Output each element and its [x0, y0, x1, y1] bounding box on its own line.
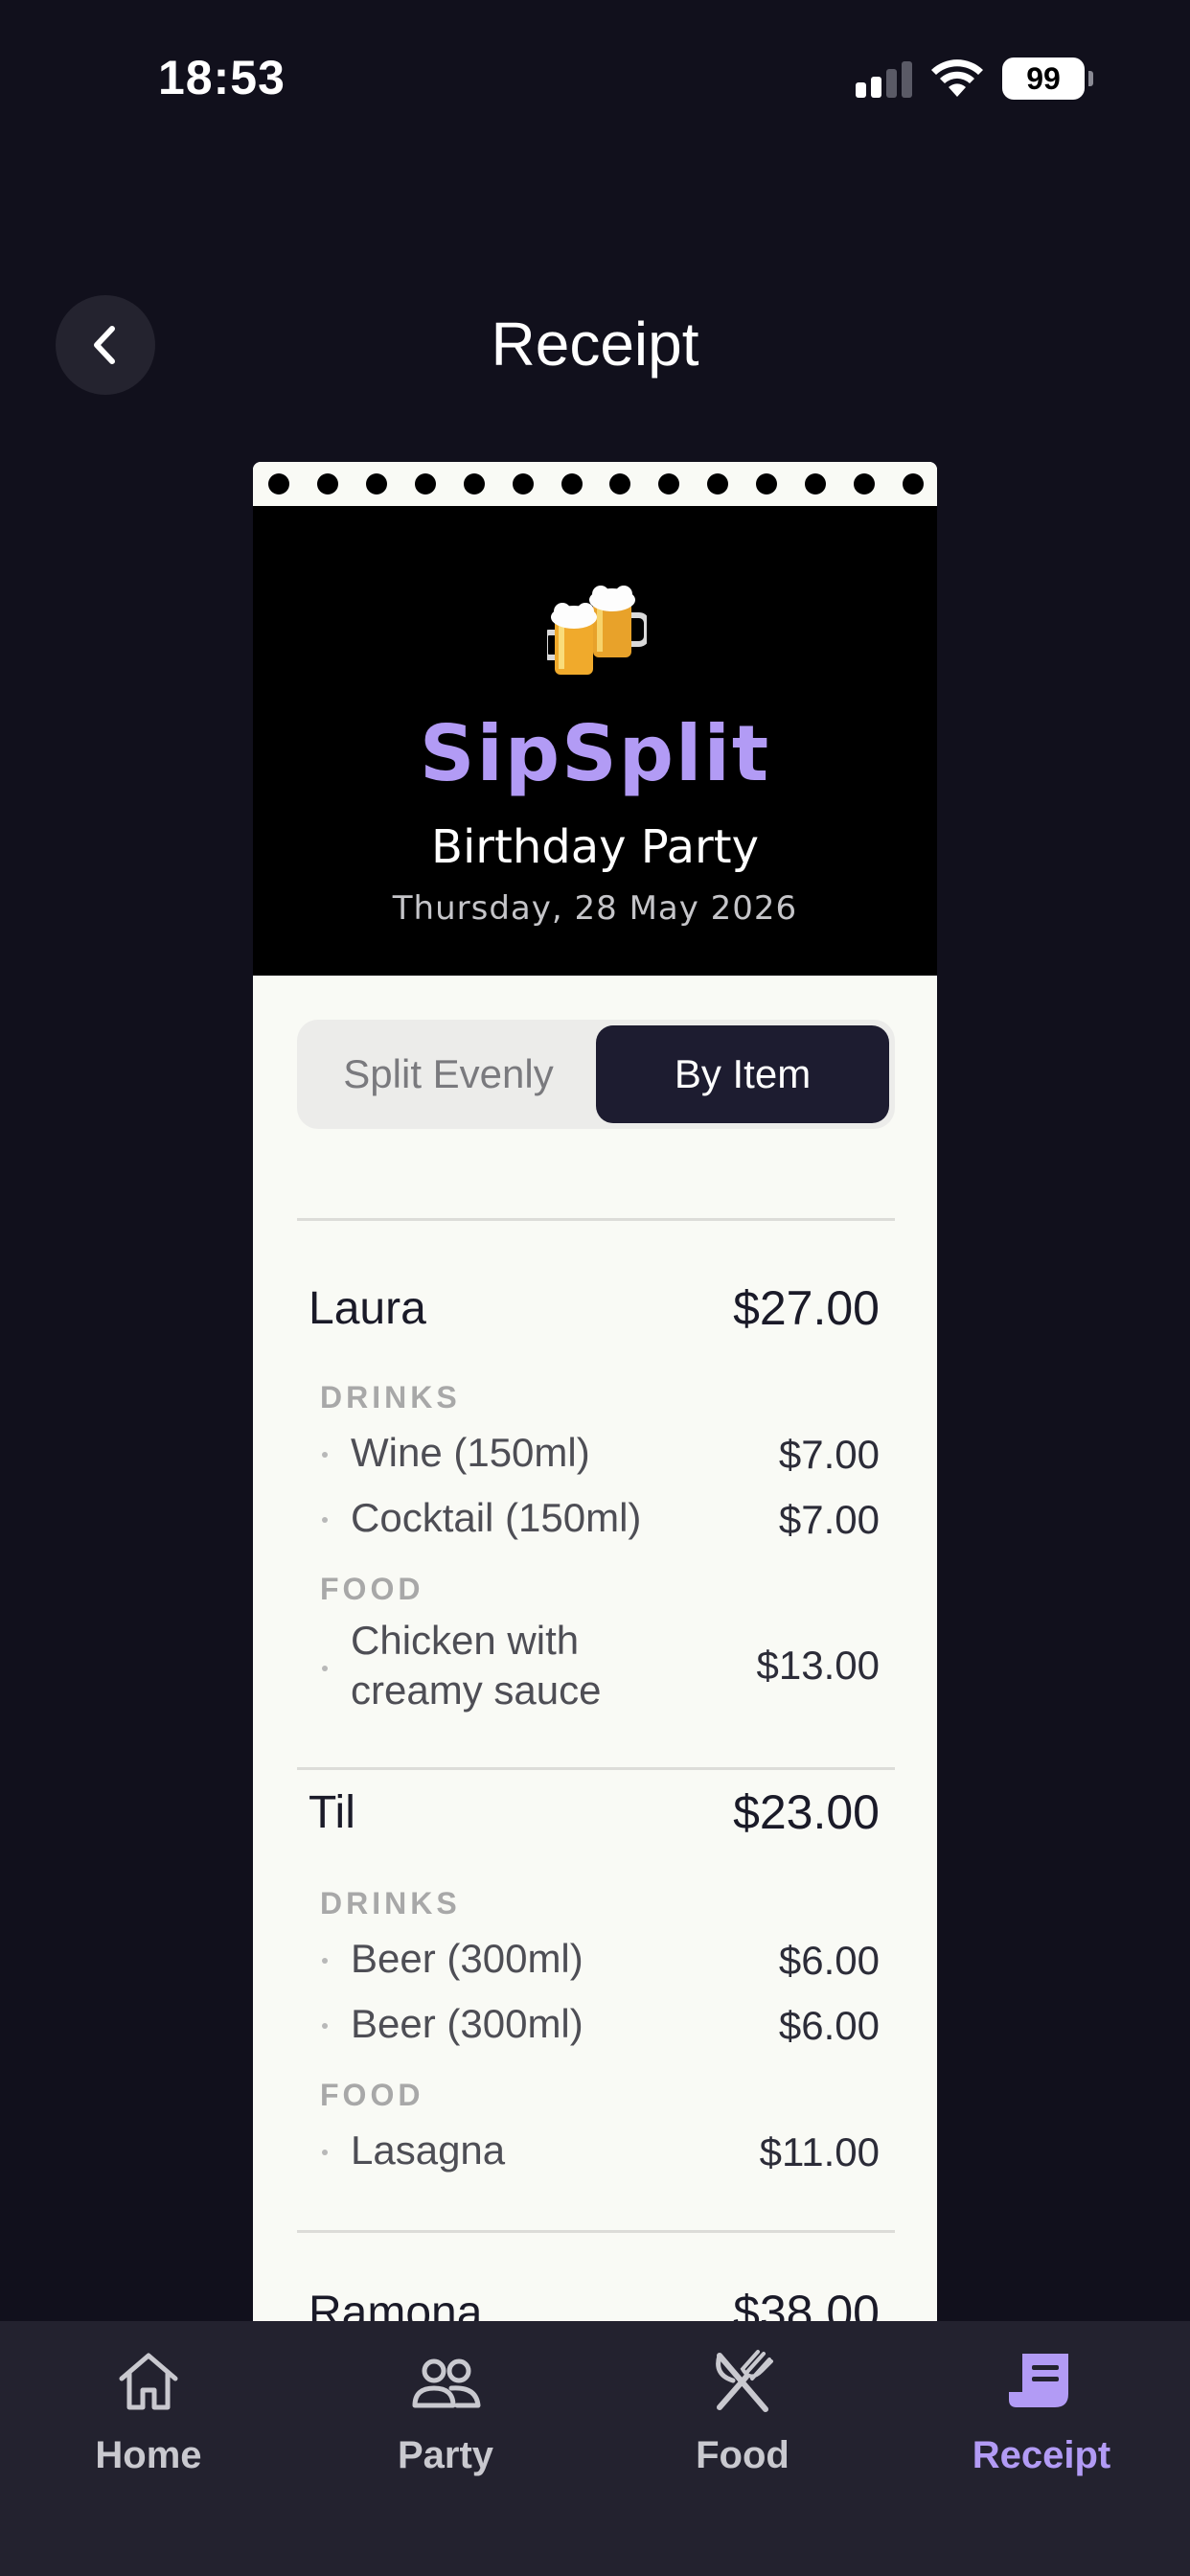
tab-label: Party [397, 2434, 494, 2476]
split-evenly-option[interactable]: Split Evenly [303, 1025, 594, 1123]
item-name: Chicken with creamy sauce [351, 1618, 602, 1713]
receipt-header: SipSplit Birthday Party Thursday, 28 May… [253, 506, 937, 976]
item-name: Beer (300ml) [351, 1936, 584, 1981]
bullet [322, 1666, 328, 1671]
divider [297, 1218, 895, 1221]
person-total: $23.00 [733, 1785, 880, 1839]
item-price: $13.00 [756, 1643, 880, 1688]
item-name: Lasagna [351, 2128, 506, 2173]
split-mode-control: Split Evenly By Item [297, 1020, 895, 1129]
person-total: $27.00 [733, 1281, 880, 1335]
battery-icon: 99 [1002, 58, 1093, 100]
tab-home[interactable]: Home [0, 2321, 297, 2494]
receipt-perforation [253, 462, 937, 506]
bullet [322, 2023, 328, 2029]
fork-knife-icon [716, 2350, 773, 2412]
event-name: Birthday Party [431, 820, 759, 874]
bottom-tab-bar: Home Party Food Receipt [0, 2321, 1190, 2576]
status-time: 18:53 [158, 51, 286, 104]
category-label: FOOD [320, 1572, 424, 1606]
receipt-icon [1009, 2354, 1068, 2407]
people-icon [412, 2358, 481, 2408]
tab-food[interactable]: Food [594, 2321, 891, 2494]
item-name: Beer (300ml) [351, 2001, 584, 2046]
item-price: $7.00 [778, 1432, 880, 1477]
bullet [322, 1958, 328, 1964]
bullet [322, 1517, 328, 1523]
item-price: $6.00 [778, 2003, 880, 2048]
tab-receipt[interactable]: Receipt [893, 2321, 1190, 2494]
wifi-icon [931, 59, 983, 97]
category-label: DRINKS [320, 1886, 461, 1920]
item-price: $6.00 [778, 1938, 880, 1983]
beer-mugs-icon [547, 586, 647, 675]
tab-label: Home [95, 2434, 202, 2476]
item-name: Wine (150ml) [351, 1430, 590, 1475]
item-price: $11.00 [759, 2129, 880, 2174]
cellular-signal-icon [856, 59, 912, 98]
app-name: SipSplit [419, 709, 771, 798]
item-price: $7.00 [778, 1497, 880, 1542]
person-name: Laura [309, 1283, 426, 1334]
by-item-option[interactable]: By Item [596, 1025, 889, 1123]
item-name: Cocktail (150ml) [351, 1495, 642, 1540]
person-name: Til [309, 1787, 355, 1838]
category-label: DRINKS [320, 1380, 461, 1414]
receipt-card: SipSplit Birthday Party Thursday, 28 May… [253, 462, 937, 2436]
category-label: FOOD [320, 2078, 424, 2112]
bullet [322, 1452, 328, 1458]
status-icons: 99 [856, 58, 1093, 100]
divider [297, 1767, 895, 1770]
bullet [322, 2150, 328, 2155]
tab-label: Receipt [972, 2434, 1111, 2476]
home-icon [119, 2353, 178, 2410]
status-bar: 18:53 99 [0, 0, 1190, 163]
event-date: Thursday, 28 May 2026 [392, 889, 798, 928]
divider [297, 2230, 895, 2233]
tab-party[interactable]: Party [297, 2321, 594, 2494]
tab-label: Food [696, 2434, 790, 2476]
page-title: Receipt [491, 310, 699, 379]
